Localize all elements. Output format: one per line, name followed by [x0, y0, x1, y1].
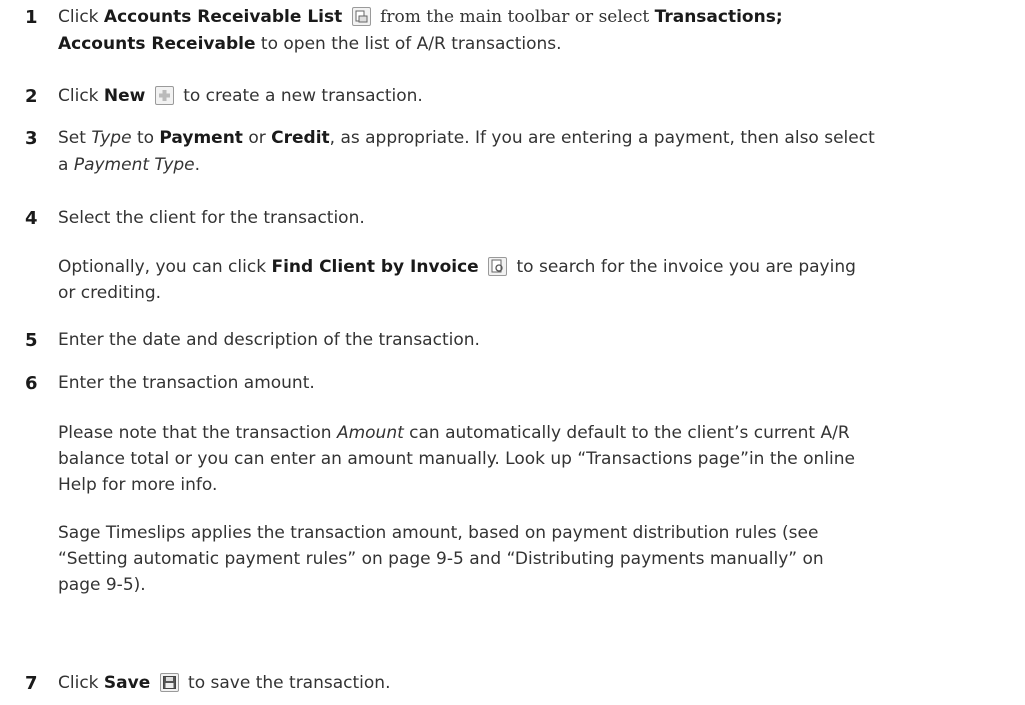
step-text-continued: a Payment Type.	[58, 155, 201, 175]
ui-label: Payment	[159, 128, 243, 148]
step-text: Click New to create a new transaction.	[58, 86, 423, 106]
step-text: Select the client for the transaction.	[58, 208, 365, 228]
step-note: Please note that the transaction Amount …	[58, 423, 850, 443]
ui-label: Save	[103, 673, 151, 693]
step-text: Click Save to save the transaction.	[58, 673, 391, 693]
step-note-continued: balance total or you can enter an amount…	[58, 449, 855, 469]
step-number: 1	[25, 7, 38, 28]
step-number: 3	[25, 128, 38, 149]
step-note-continued: page 9-5).	[58, 575, 146, 595]
step-note-continued: “Setting automatic payment rules” on pag…	[58, 549, 824, 569]
step-number: 6	[25, 373, 38, 394]
ui-label: Accounts Receivable List	[103, 7, 343, 27]
accounts-receivable-list-icon	[351, 7, 371, 26]
step-text: Click Accounts Receivable List from the …	[58, 7, 783, 27]
step-text-continued: Accounts Receivable to open the list of …	[58, 34, 562, 54]
step-number: 7	[25, 673, 38, 694]
step-text: Set Type to Payment or Credit, as approp…	[58, 128, 875, 148]
step-number: 2	[25, 86, 38, 107]
ui-label: Transactions;	[654, 7, 783, 27]
find-client-by-invoice-icon	[488, 257, 508, 276]
save-disk-icon	[159, 673, 179, 692]
step-note-continued: or crediting.	[58, 283, 162, 303]
step-note: Sage Timeslips applies the transaction a…	[58, 523, 819, 543]
new-plus-icon	[154, 86, 174, 105]
ui-label: Accounts Receivable	[58, 34, 256, 54]
ui-label: New	[103, 86, 146, 106]
ui-label: Find Client by Invoice	[271, 257, 479, 277]
step-text: Enter the date and description of the tr…	[58, 330, 480, 350]
step-note: Optionally, you can click Find Client by…	[58, 257, 856, 277]
step-number: 4	[25, 208, 38, 229]
step-number: 5	[25, 330, 38, 351]
step-note-continued: Help for more info.	[58, 475, 218, 495]
step-text: Enter the transaction amount.	[58, 373, 315, 393]
ui-label: Credit	[271, 128, 330, 148]
